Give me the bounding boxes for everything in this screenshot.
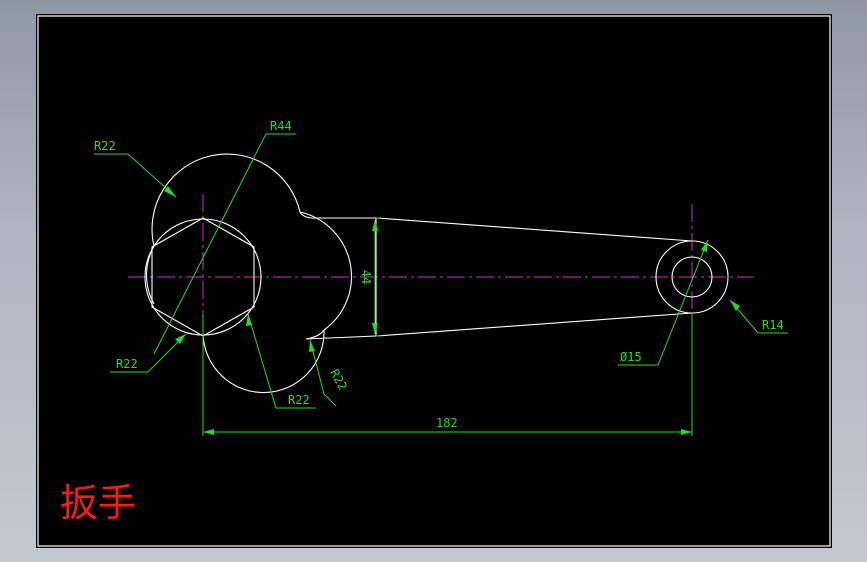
dim-text-182: 182 (436, 416, 458, 430)
drawing-title: 扳手 (60, 481, 137, 525)
arrow-182-left (203, 429, 214, 435)
leader-phi15 (618, 239, 709, 366)
dim-text-r22-top: R22 (94, 139, 116, 153)
handle-top (375, 217, 693, 242)
dim-text-r44: R44 (270, 119, 292, 133)
leader-r44 (153, 133, 296, 355)
leader-r22-top (94, 153, 177, 198)
dimension-lines (94, 133, 788, 436)
arrow-phi15 (701, 240, 708, 252)
arrow-182-right (681, 429, 692, 435)
upper-jaw-arc (151, 153, 301, 247)
dimension-texts: R22 R44 44 R22 R22 R22 182 Ø15 R14 (94, 119, 784, 430)
handle-bottom (375, 312, 693, 337)
center-lines (128, 194, 754, 314)
dim-text-44: 44 (359, 270, 373, 284)
dim-text-r22-left: R22 (116, 357, 138, 371)
cad-drawing: R22 R44 44 R22 R22 R22 182 Ø15 R14 (37, 15, 831, 547)
head-arc (299, 211, 352, 331)
drawing-frame: R22 R44 44 R22 R22 R22 182 Ø15 R14 扳手 (36, 14, 832, 548)
arrow-r22-left (175, 334, 186, 344)
arrow-r22-neck (309, 340, 315, 352)
dim-text-phi15: Ø15 (620, 350, 642, 364)
lower-jaw-arc (202, 329, 325, 394)
arrow-44-top (372, 220, 378, 231)
arrow-44-bottom (372, 323, 378, 334)
dim-text-r22-neck: R22 (327, 367, 350, 393)
lower-fillet (305, 329, 325, 340)
dim-text-r14: R14 (762, 318, 784, 332)
dim-text-r22-bottom: R22 (288, 393, 310, 407)
